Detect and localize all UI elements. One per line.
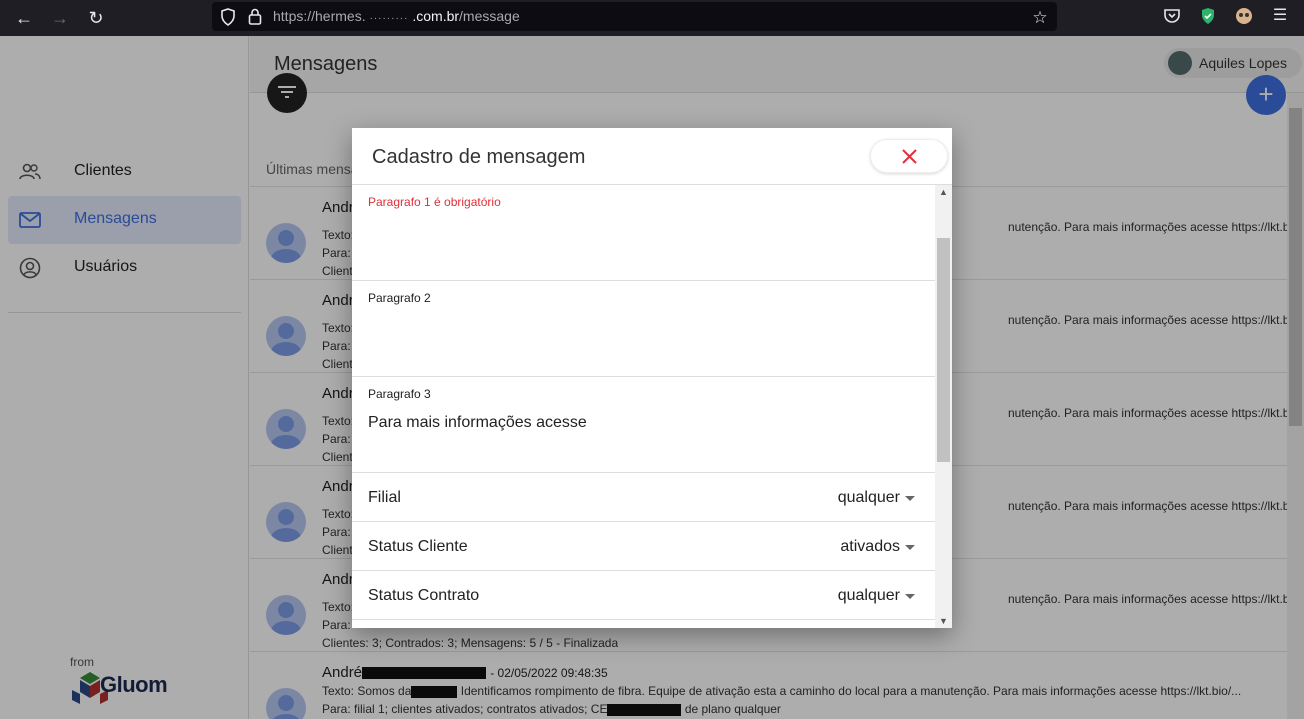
back-arrow-icon[interactable]: ← <box>12 6 36 30</box>
chevron-down-icon[interactable] <box>905 594 915 599</box>
status-contrato-value[interactable]: qualquer <box>838 587 900 605</box>
paragraph-3-label: Paragrafo 3 <box>368 387 431 401</box>
dialog-title: Cadastro de mensagem <box>372 146 586 168</box>
paragraph-2-label: Paragrafo 2 <box>368 291 431 305</box>
menu-icon[interactable]: ☰ <box>1270 6 1290 26</box>
status-cliente-value[interactable]: ativados <box>840 538 900 556</box>
paragraph-1-field[interactable]: Paragrafo 1 é obrigatório <box>352 185 935 281</box>
paragraph-1-label: Paragrafo 1 é obrigatório <box>368 195 501 209</box>
close-button[interactable] <box>870 139 948 173</box>
url-masked: ········· <box>369 13 409 24</box>
status-cliente-select[interactable]: Status Cliente ativados <box>352 522 935 571</box>
paragraph-3-value[interactable]: Para mais informações acesse <box>368 414 587 432</box>
bookmark-star-icon[interactable]: ☆ <box>1030 8 1050 28</box>
close-icon <box>902 149 917 164</box>
dialog-body: Paragrafo 1 é obrigatório Paragrafo 2 Pa… <box>352 185 935 628</box>
chevron-down-icon[interactable] <box>905 496 915 501</box>
dialog-header: Cadastro de mensagem <box>352 128 952 185</box>
filial-value[interactable]: qualquer <box>838 489 900 507</box>
dialog-scrollbar-thumb[interactable] <box>937 238 950 462</box>
scroll-down-icon[interactable]: ▼ <box>935 614 952 628</box>
extension-face-icon[interactable] <box>1234 6 1254 26</box>
paragraph-2-field[interactable]: Paragrafo 2 <box>352 281 935 377</box>
url-scheme: https://hermes. <box>273 8 366 24</box>
paragraph-3-field[interactable]: Paragrafo 3 Para mais informações acesse <box>352 377 935 473</box>
chevron-down-icon[interactable] <box>905 545 915 550</box>
filial-label: Filial <box>368 489 401 506</box>
url-host: .com.br <box>412 8 460 24</box>
shield-icon[interactable] <box>220 8 236 26</box>
status-contrato-label: Status Contrato <box>368 587 480 604</box>
browser-toolbar: ← → ↻ https://hermes. ········· .com.br/… <box>0 0 1304 36</box>
status-cliente-label: Status Cliente <box>368 538 468 555</box>
pocket-icon[interactable] <box>1162 6 1182 26</box>
address-bar[interactable]: https://hermes. ········· .com.br/messag… <box>212 2 1057 31</box>
message-dialog: Cadastro de mensagem Paragrafo 1 é obrig… <box>352 128 952 628</box>
reload-icon[interactable]: ↻ <box>84 6 108 30</box>
forward-arrow-icon[interactable]: → <box>48 6 72 30</box>
filial-select[interactable]: Filial qualquer <box>352 473 935 522</box>
lock-icon[interactable] <box>248 8 262 25</box>
scroll-up-icon[interactable]: ▲ <box>935 185 952 199</box>
extension-shield-icon[interactable] <box>1198 6 1218 26</box>
url-path: /message <box>459 8 520 24</box>
dialog-scrollbar[interactable]: ▲ ▼ <box>935 185 952 628</box>
status-contrato-select[interactable]: Status Contrato qualquer <box>352 571 935 620</box>
url-text[interactable]: https://hermes. ········· .com.br/messag… <box>273 8 520 24</box>
